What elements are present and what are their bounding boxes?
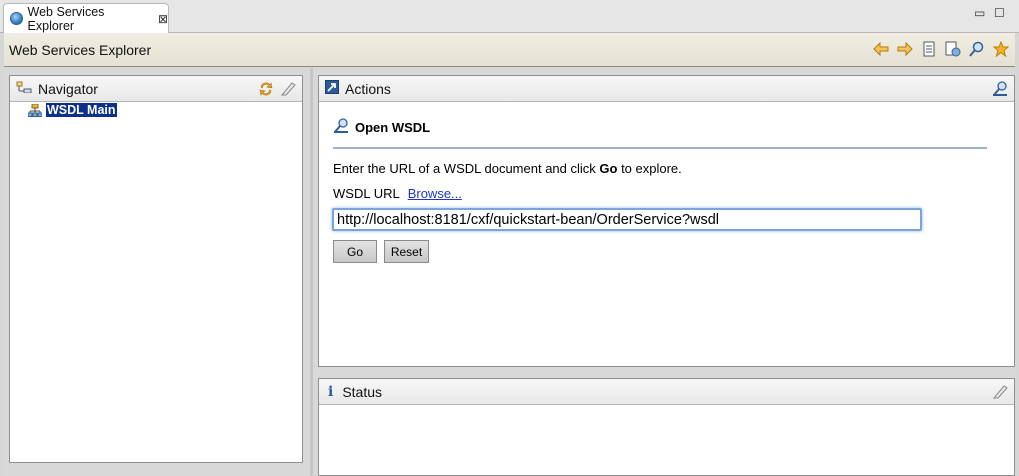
open-wsdl-heading: Open WSDL [333, 118, 430, 137]
navigator-title: Navigator [38, 80, 98, 97]
clear-status-icon[interactable] [992, 384, 1008, 403]
instruction-text: Enter the URL of a WSDL document and cli… [333, 161, 682, 176]
open-wsdl-icon [333, 118, 349, 137]
tab-label: Web Services Explorer [27, 4, 105, 33]
navigator-header: Navigator [10, 76, 302, 102]
wsdl-service-icon[interactable] [992, 81, 1008, 100]
status-header: i Status [319, 379, 1014, 405]
refresh-icon[interactable] [258, 81, 274, 100]
section-divider [333, 147, 987, 149]
actions-title: Actions [345, 80, 391, 97]
pane-sash[interactable] [310, 68, 313, 476]
maximize-icon[interactable]: ☐ [994, 6, 1005, 20]
navigator-pane: Navigator WSDL Main [9, 75, 303, 463]
wsdl-url-row: WSDL URL Browse... [333, 186, 462, 201]
explorer-content: Navigator WSDL Main Actions Open WSDL En… [4, 68, 1015, 476]
back-icon[interactable] [873, 41, 889, 57]
wsdl-tree-icon [27, 103, 43, 117]
page-icon[interactable] [945, 41, 961, 57]
history-icon[interactable] [921, 41, 937, 57]
page-title: Web Services Explorer [9, 41, 152, 58]
instruction-text-pre: Enter the URL of a WSDL document and cli… [333, 161, 600, 176]
globe-icon [10, 12, 23, 25]
explorer-toolbar [873, 41, 1009, 57]
reset-button[interactable]: Reset [384, 240, 429, 263]
tree-node-wsdl-main[interactable]: WSDL Main [46, 103, 117, 117]
forward-icon[interactable] [897, 41, 913, 57]
actions-pane: Actions Open WSDL Enter the URL of a WSD… [318, 75, 1015, 367]
minimize-icon[interactable]: ▭ [974, 6, 985, 20]
clear-icon[interactable] [280, 81, 296, 100]
navigator-tree: WSDL Main [10, 102, 302, 117]
search-icon[interactable] [969, 41, 985, 57]
go-button[interactable]: Go [333, 240, 377, 263]
instruction-text-post: to explore. [617, 161, 682, 176]
favorites-icon[interactable] [993, 41, 1009, 57]
actions-header: Actions [319, 76, 1014, 102]
navigator-icon [16, 81, 32, 96]
browse-link[interactable]: Browse... [408, 186, 462, 201]
wsdl-url-label: WSDL URL [333, 186, 400, 201]
status-pane: i Status [318, 378, 1015, 476]
actions-icon [325, 80, 339, 97]
instruction-text-go: Go [599, 161, 618, 176]
tab-close-icon[interactable]: ⊠ [158, 12, 168, 26]
info-icon: i [328, 383, 334, 400]
explorer-title-bar: Web Services Explorer [4, 33, 1015, 67]
section-title: Open WSDL [355, 120, 431, 135]
status-title: Status [342, 383, 383, 400]
editor-tab-bar: Web Services Explorer ⊠ ▭ ☐ [0, 0, 1019, 33]
wsdl-url-input[interactable] [332, 208, 922, 231]
tab-web-services-explorer[interactable]: Web Services Explorer ⊠ [3, 3, 169, 33]
